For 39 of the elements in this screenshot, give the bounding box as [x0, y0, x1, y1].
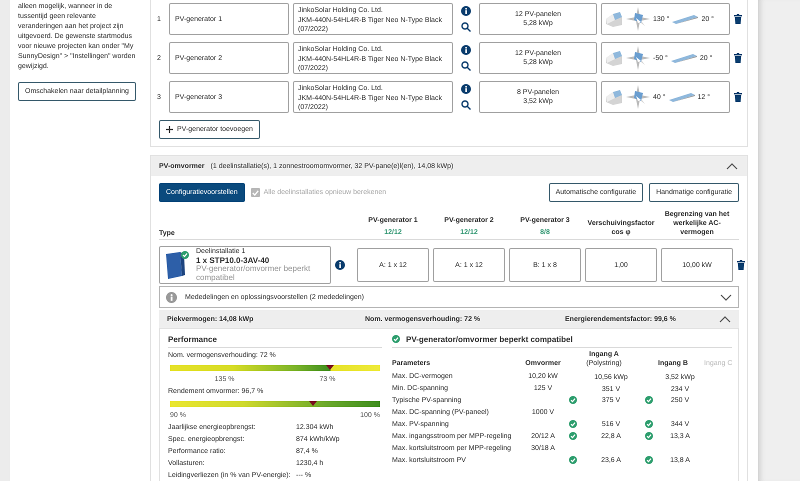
panel-title: Performance [168, 334, 217, 344]
house-icon [605, 89, 623, 105]
check-icon [645, 456, 653, 464]
trash-icon[interactable] [734, 92, 742, 102]
inverter-icon [164, 250, 190, 280]
inverter-model: 1 x STP10.0-3AV-40 [196, 256, 270, 265]
check-icon [569, 396, 577, 404]
chevron-icon[interactable] [720, 294, 732, 300]
search-icon[interactable] [461, 61, 471, 71]
chevron-icon[interactable] [726, 162, 738, 170]
info-icon[interactable] [461, 45, 471, 55]
trash-icon[interactable] [734, 53, 742, 63]
info-icon[interactable] [335, 260, 345, 270]
tilted-panel-icon [672, 14, 698, 24]
search-icon[interactable] [461, 100, 471, 110]
tilted-panel-icon [670, 53, 697, 63]
search-icon[interactable] [461, 22, 471, 32]
check-icon [569, 420, 577, 428]
check-icon [569, 456, 577, 464]
check-icon [569, 432, 577, 440]
compass-icon [626, 46, 650, 70]
house-icon [605, 11, 623, 27]
panel-title: PV-generator/omvormer beperkt compatibel [406, 334, 573, 344]
info-icon [166, 292, 177, 302]
tilted-panel-icon [668, 92, 695, 102]
info-icon[interactable] [461, 6, 471, 16]
trash-icon[interactable] [737, 260, 745, 270]
check-icon [645, 396, 653, 404]
house-icon [605, 50, 623, 66]
compass-icon [626, 85, 650, 109]
info-icon[interactable] [461, 84, 471, 94]
plus-icon [166, 126, 173, 133]
check-icon [645, 420, 653, 428]
status-check-icon [392, 335, 400, 343]
check-icon [645, 432, 653, 440]
trash-icon[interactable] [734, 14, 742, 24]
compass-icon [626, 7, 650, 31]
compatibility-status: PV-generator/omvormer beperkt compatibel [196, 265, 312, 282]
chevron-icon[interactable] [719, 316, 731, 322]
